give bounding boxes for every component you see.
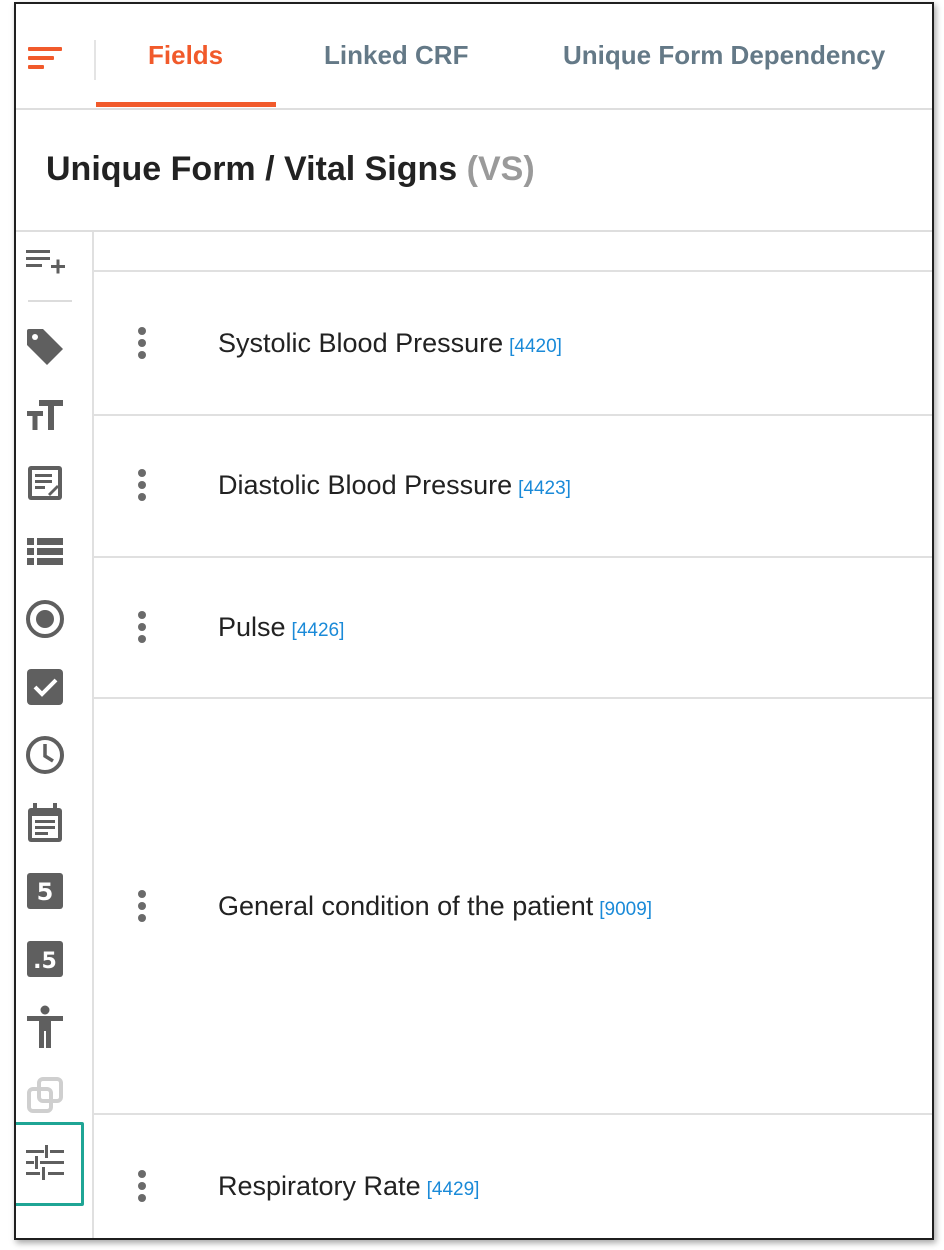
- text-field-icon[interactable]: [22, 460, 68, 506]
- field-row[interactable]: General condition of the patient [9009]: [94, 699, 932, 1115]
- more-options-icon[interactable]: [130, 608, 154, 648]
- field-type-toolbar: 5 .5: [16, 232, 94, 1238]
- text-size-icon[interactable]: [22, 392, 68, 438]
- rail-divider: [28, 300, 72, 302]
- field-id-link[interactable]: [9009]: [599, 899, 652, 920]
- page-title-text: Unique Form / Vital Signs: [46, 150, 458, 188]
- field-name: Respiratory Rate: [218, 1171, 421, 1201]
- active-tab-indicator: [96, 102, 276, 107]
- add-list-icon[interactable]: [22, 238, 68, 284]
- top-bar: Fields Linked CRF Unique Form Dependency: [16, 4, 932, 110]
- more-options-icon[interactable]: [130, 887, 154, 927]
- field-row[interactable]: Pulse [4426]: [94, 558, 932, 699]
- page-title: Unique Form / Vital Signs (VS): [46, 150, 535, 189]
- tag-icon[interactable]: [22, 324, 68, 370]
- field-id-link[interactable]: [4429]: [427, 1179, 480, 1200]
- more-options-icon[interactable]: [130, 1167, 154, 1207]
- toolbar-divider: [94, 40, 96, 80]
- form-code: (VS): [466, 150, 535, 188]
- radio-button-icon[interactable]: [22, 596, 68, 642]
- list-icon[interactable]: [22, 528, 68, 574]
- checkbox-icon[interactable]: [22, 664, 68, 710]
- integer-icon[interactable]: 5: [22, 868, 68, 914]
- copy-icon[interactable]: [22, 1072, 68, 1118]
- field-label: Pulse [4426]: [218, 612, 344, 643]
- more-options-icon[interactable]: [130, 324, 154, 364]
- more-options-icon[interactable]: [130, 466, 154, 506]
- field-label: Diastolic Blood Pressure [4423]: [218, 470, 571, 501]
- tab-fields[interactable]: Fields: [148, 40, 223, 110]
- tab-unique-form-dependency[interactable]: Unique Form Dependency: [563, 40, 885, 110]
- calendar-icon[interactable]: [22, 800, 68, 846]
- list-header-spacer: [94, 232, 932, 272]
- integer-glyph: 5: [37, 878, 54, 906]
- field-name: Systolic Blood Pressure: [218, 328, 504, 358]
- fields-list: Systolic Blood Pressure [4420] Diastolic …: [94, 232, 932, 1238]
- field-row[interactable]: Systolic Blood Pressure [4420]: [94, 274, 932, 416]
- field-label: Systolic Blood Pressure [4420]: [218, 328, 562, 359]
- body-figure-icon[interactable]: [22, 1004, 68, 1050]
- field-name: Diastolic Blood Pressure: [218, 470, 513, 500]
- field-id-link[interactable]: [4423]: [518, 478, 571, 499]
- title-row: Unique Form / Vital Signs (VS): [16, 110, 932, 232]
- tab-linked-crf[interactable]: Linked CRF: [324, 40, 468, 110]
- field-row[interactable]: Diastolic Blood Pressure [4423]: [94, 416, 932, 558]
- hamburger-menu-icon[interactable]: [26, 44, 66, 72]
- field-name: Pulse: [218, 612, 286, 642]
- field-name: General condition of the patient: [218, 891, 594, 921]
- field-row[interactable]: Respiratory Rate [4429]: [94, 1115, 932, 1238]
- decimal-icon[interactable]: .5: [22, 936, 68, 982]
- clock-icon[interactable]: [22, 732, 68, 778]
- decimal-glyph: .5: [33, 949, 57, 974]
- field-id-link[interactable]: [4420]: [509, 336, 562, 357]
- field-label: Respiratory Rate [4429]: [218, 1171, 479, 1202]
- app-window: Fields Linked CRF Unique Form Dependency…: [14, 2, 934, 1240]
- selected-tool-highlight: [16, 1122, 84, 1206]
- field-label: General condition of the patient [9009]: [218, 891, 652, 922]
- field-id-link[interactable]: [4426]: [292, 620, 345, 641]
